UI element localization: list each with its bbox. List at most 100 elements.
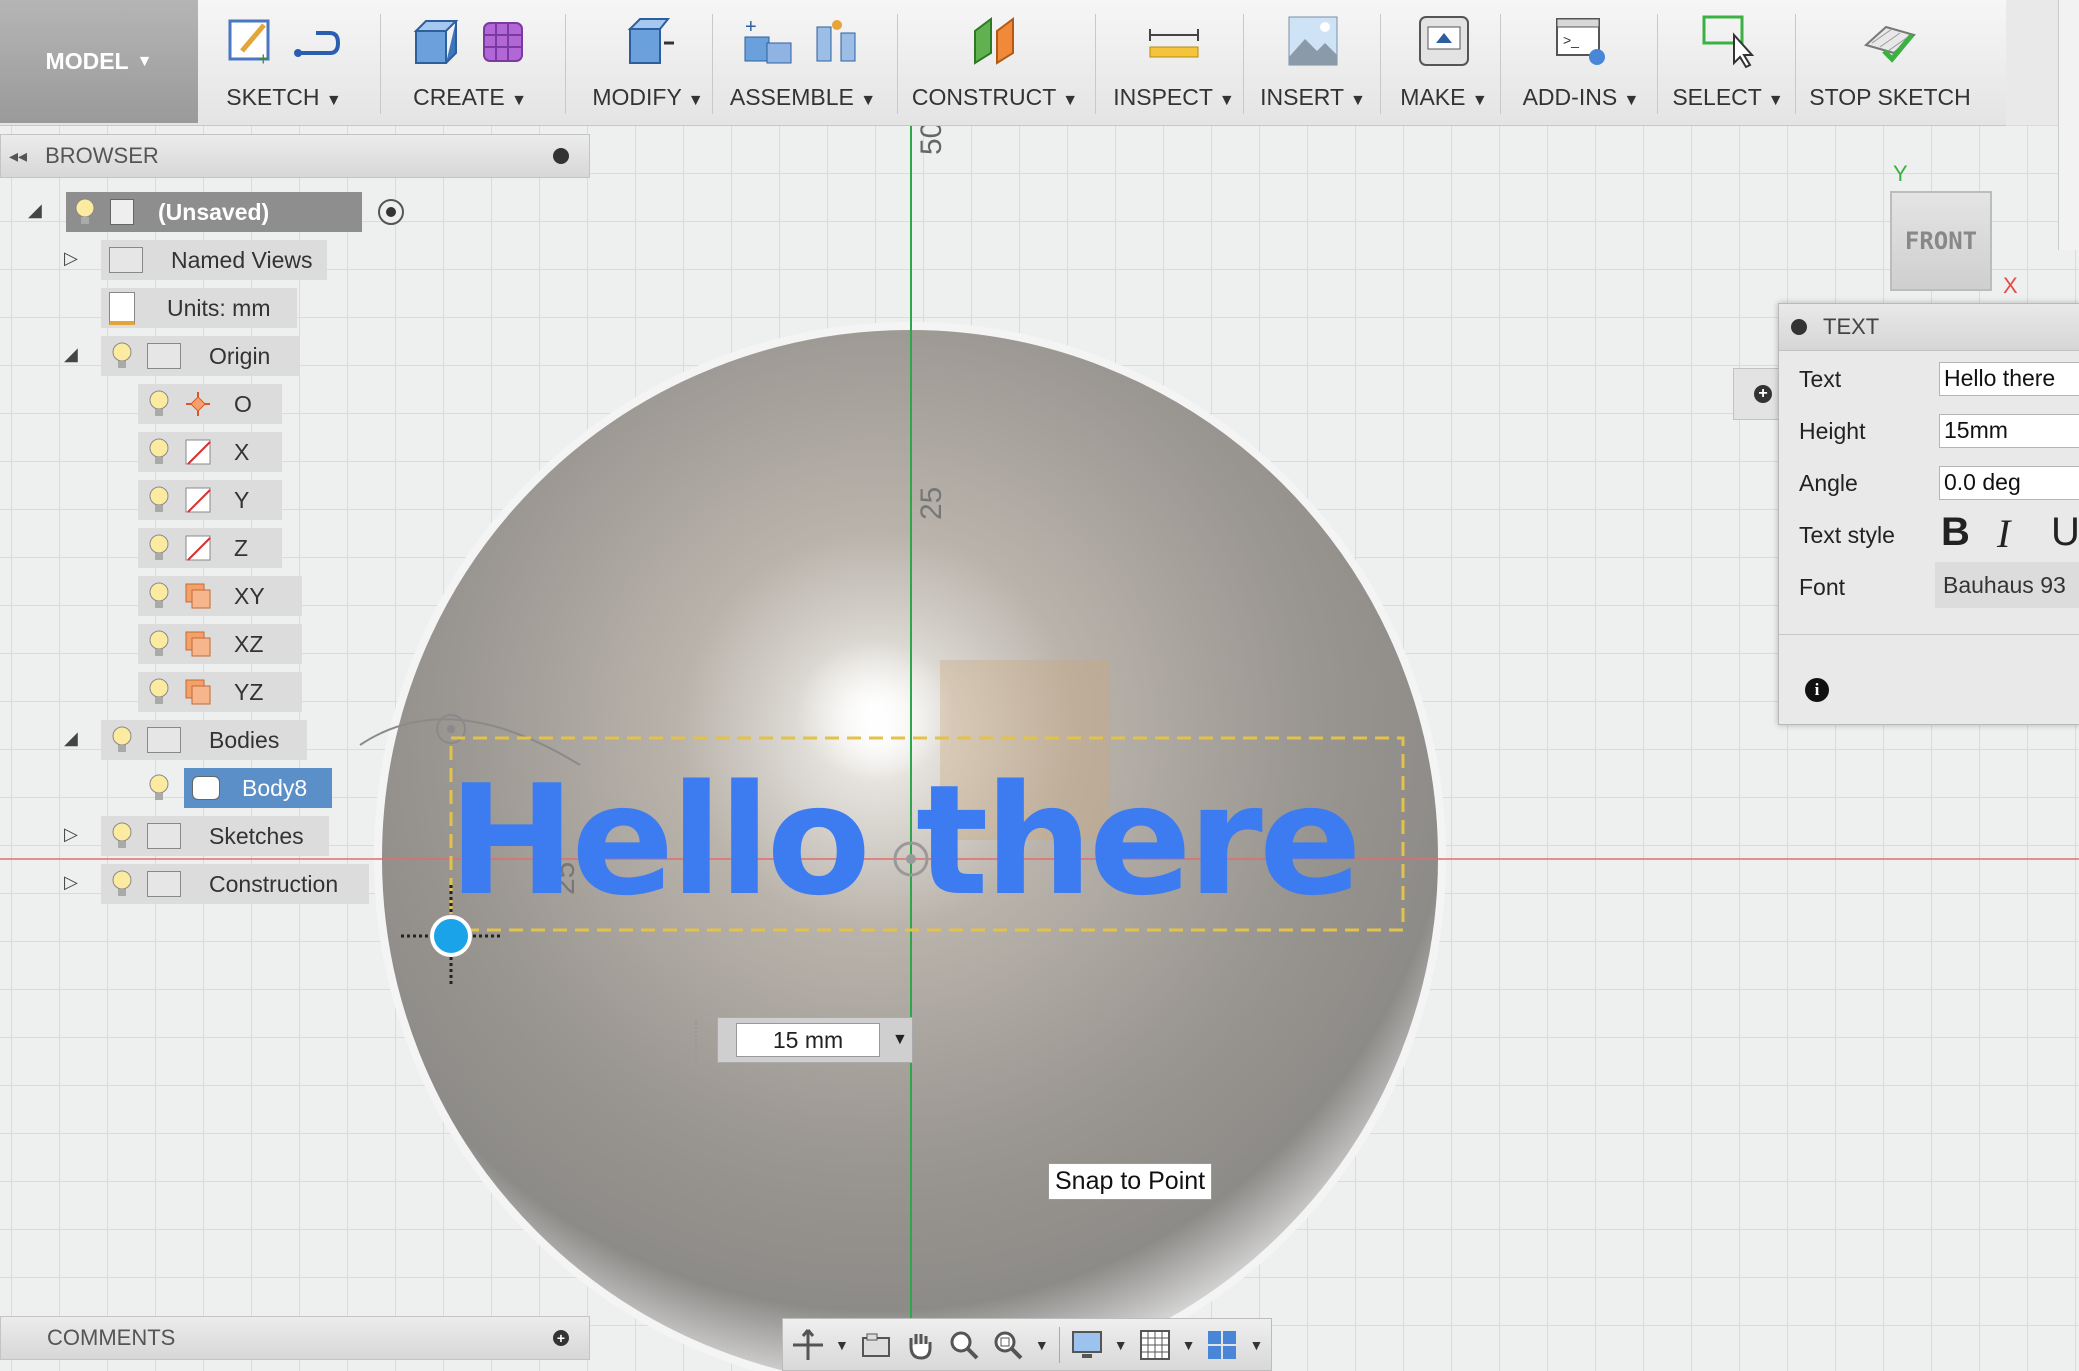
browser-item-yz-plane[interactable]: YZ xyxy=(138,672,302,712)
visibility-bulb-icon xyxy=(149,678,169,704)
tree-label: YZ xyxy=(234,678,264,705)
font-select[interactable]: Bauhaus 93 xyxy=(1935,562,2079,608)
navigation-bar: ▼ ▼ ▼ ▼ ▼ xyxy=(782,1318,1272,1371)
chevron-down-icon[interactable]: ▼ xyxy=(1249,1337,1263,1353)
browser-item-xz-plane[interactable]: XZ xyxy=(138,624,302,664)
insert-image-icon xyxy=(1288,16,1338,66)
body8-selected[interactable]: Body8 xyxy=(184,768,332,808)
browser-item-origin-point[interactable]: O xyxy=(138,384,282,424)
chevron-down-icon: ▼ xyxy=(511,92,527,109)
toolbar-group-make[interactable]: MAKE ▼ xyxy=(1394,8,1494,120)
text-input[interactable]: Hello there xyxy=(1939,362,2079,396)
browser-item-bodies[interactable]: Bodies xyxy=(101,720,307,760)
chevron-down-icon: ▼ xyxy=(325,92,342,109)
dimension-input[interactable]: 15 mm xyxy=(736,1023,880,1057)
toolbar-separator xyxy=(1380,14,1381,114)
italic-button[interactable]: I xyxy=(1997,510,2010,557)
toolbar-group-assemble[interactable]: + ASSEMBLE ▼ xyxy=(728,8,878,120)
3d-print-icon xyxy=(1419,16,1469,66)
new-component-icon: + xyxy=(744,16,792,64)
visibility-bulb-icon xyxy=(149,582,169,608)
viewcube[interactable]: FRONT xyxy=(1890,191,1992,291)
chevron-down-icon[interactable]: ▼ xyxy=(1182,1337,1196,1353)
tree-label: (Unsaved) xyxy=(158,198,270,225)
tree-label: XY xyxy=(234,582,265,609)
text-dialog-header[interactable]: TEXT xyxy=(1779,304,2079,351)
expand-plus-icon[interactable]: + xyxy=(1754,385,1772,403)
viewcube-axis-y: Y xyxy=(1893,161,1908,186)
chevron-down-icon[interactable]: ▼ xyxy=(835,1337,849,1353)
toolbar-group-insert[interactable]: INSERT ▼ xyxy=(1256,8,1370,120)
collapse-panel-icon[interactable]: ◂◂ xyxy=(9,146,27,167)
dimension-drag-handle[interactable] xyxy=(695,1020,703,1060)
main-toolbar: MODEL ▼ + SKETCH ▼ CREATE ▼ MODIFY ▼ + A… xyxy=(0,0,2006,126)
browser-item-units[interactable]: Units: mm xyxy=(101,288,297,328)
viewports-icon[interactable] xyxy=(1205,1328,1239,1362)
folder-icon xyxy=(109,247,143,273)
expand-triangle-icon[interactable]: ◢ xyxy=(64,344,78,365)
browser-header[interactable]: ◂◂ BROWSER xyxy=(0,134,590,178)
dimension-input-box[interactable]: 15 mm ▼ xyxy=(717,1017,913,1063)
visibility-bulb-icon xyxy=(149,390,169,416)
browser-item-body8[interactable]: Body8 xyxy=(138,768,336,808)
document-icon xyxy=(110,199,134,225)
angle-input[interactable]: 0.0 deg xyxy=(1939,466,2079,500)
zoom-icon[interactable] xyxy=(947,1328,981,1362)
expand-triangle-icon[interactable]: ▷ xyxy=(64,872,78,893)
info-icon[interactable]: i xyxy=(1805,678,1829,702)
toolbar-group-add-ins[interactable]: >_ ADD-INS ▼ xyxy=(1515,8,1647,120)
toolbar-group-construct[interactable]: CONSTRUCT ▼ xyxy=(912,8,1079,120)
active-radio-icon[interactable] xyxy=(378,199,404,225)
comments-panel[interactable]: COMMENTS + xyxy=(0,1316,590,1360)
toolbar-group-select[interactable]: SELECT ▼ xyxy=(1672,8,1784,120)
expand-triangle-icon[interactable]: ◢ xyxy=(64,728,78,749)
browser-item-x-axis[interactable]: X xyxy=(138,432,282,472)
toolbar-label-inspect: INSPECT xyxy=(1113,84,1213,110)
expand-triangle-icon[interactable]: ◢ xyxy=(28,200,42,221)
expand-triangle-icon[interactable]: ▷ xyxy=(64,248,78,269)
text-dialog-title: TEXT xyxy=(1823,314,1880,339)
toolbar-group-sketch[interactable]: + SKETCH ▼ xyxy=(210,8,358,120)
browser-item-construction[interactable]: Construction xyxy=(101,864,369,904)
tree-label: Bodies xyxy=(209,726,280,753)
panel-minimize-icon[interactable] xyxy=(553,148,569,164)
zoom-window-icon[interactable] xyxy=(991,1328,1025,1362)
pan-hand-icon[interactable] xyxy=(903,1328,937,1362)
panel-minimize-icon[interactable] xyxy=(1791,319,1807,335)
expand-triangle-icon[interactable]: ▷ xyxy=(64,824,78,845)
svg-text:+: + xyxy=(258,49,269,69)
design-canvas[interactable]: 50 25 25 Hello there 15 mm ▼ Snap to Poi… xyxy=(0,122,2079,1371)
display-settings-icon[interactable] xyxy=(1070,1328,1104,1362)
underline-button[interactable]: U xyxy=(2051,510,2079,555)
height-input[interactable]: 15mm xyxy=(1939,414,2079,448)
browser-item-origin[interactable]: Origin xyxy=(101,336,299,376)
chevron-down-icon[interactable]: ▼ xyxy=(1035,1337,1049,1353)
look-at-icon[interactable] xyxy=(859,1328,893,1362)
units-ruler-icon xyxy=(109,291,135,325)
dimension-dropdown-icon[interactable]: ▼ xyxy=(892,1031,908,1049)
toolbar-group-create[interactable]: CREATE ▼ xyxy=(395,8,545,120)
sketch-text[interactable]: Hello there xyxy=(448,765,1408,917)
right-edge-strip xyxy=(2058,0,2079,250)
form-icon xyxy=(483,22,523,62)
workspace-switcher-button[interactable]: MODEL ▼ xyxy=(0,0,198,123)
browser-item-z-axis[interactable]: Z xyxy=(138,528,282,568)
browser-item-sketches[interactable]: Sketches xyxy=(101,816,329,856)
browser-item-y-axis[interactable]: Y xyxy=(138,480,282,520)
chevron-down-icon: ▼ xyxy=(1062,92,1079,109)
text-label: Text xyxy=(1799,366,1842,392)
browser-item-named-views[interactable]: Named Views xyxy=(101,240,327,280)
browser-item-xy-plane[interactable]: XY xyxy=(138,576,302,616)
visibility-bulb-icon xyxy=(149,630,169,656)
plane-icon xyxy=(185,679,211,705)
toolbar-group-stop-sketch[interactable]: STOP SKETCH xyxy=(1809,8,1971,120)
orbit-icon[interactable] xyxy=(791,1328,825,1362)
chevron-down-icon[interactable]: ▼ xyxy=(1114,1337,1128,1353)
grid-settings-icon[interactable] xyxy=(1138,1328,1172,1362)
toolbar-group-inspect[interactable]: INSPECT ▼ xyxy=(1110,8,1238,120)
bold-button[interactable]: B xyxy=(1941,510,1970,555)
browser-root-unsaved[interactable]: (Unsaved) xyxy=(66,192,404,232)
add-comment-icon[interactable]: + xyxy=(553,1330,569,1346)
toolbar-group-modify[interactable]: MODIFY ▼ xyxy=(583,8,713,120)
tree-label: Z xyxy=(234,534,249,561)
